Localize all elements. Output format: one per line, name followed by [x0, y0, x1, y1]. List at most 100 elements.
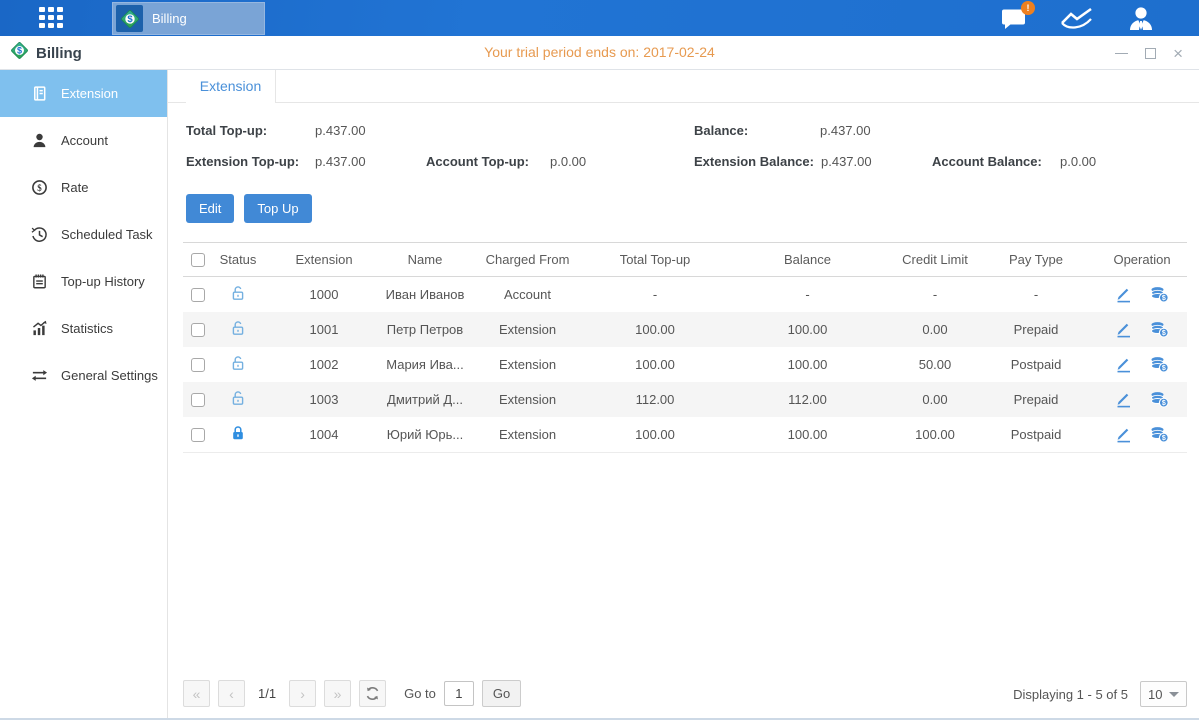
- cell-name: Дмитрий Д...: [385, 392, 465, 407]
- notifications-icon[interactable]: !: [1001, 7, 1027, 30]
- cell-total-topup: -: [590, 287, 720, 302]
- trial-message: Your trial period ends on: 2017-02-24: [484, 36, 715, 69]
- svg-text:$: $: [1162, 435, 1166, 442]
- col-pay-type: Pay Type: [975, 252, 1097, 267]
- clock-history-icon: [31, 226, 48, 243]
- displaying-text: Displaying 1 - 5 of 5: [1013, 687, 1128, 702]
- balance-summary: Total Top-up: p.437.00 Balance: p.437.00…: [168, 114, 1199, 184]
- col-credit-limit: Credit Limit: [895, 252, 975, 267]
- sidebar-item-topup-history[interactable]: Top-up History: [0, 258, 167, 305]
- prev-page-button[interactable]: ‹: [218, 680, 245, 707]
- extension-balance-value: p.437.00: [821, 154, 872, 169]
- svg-text:$: $: [37, 183, 42, 193]
- select-all-checkbox[interactable]: [191, 253, 205, 267]
- cell-balance: 100.00: [720, 357, 895, 372]
- sidebar-item-statistics[interactable]: Statistics: [0, 305, 167, 352]
- edit-row-icon[interactable]: [1115, 426, 1132, 443]
- top-up-row-icon[interactable]: $: [1150, 426, 1169, 443]
- lock-open-icon: [213, 285, 263, 305]
- top-up-row-icon[interactable]: $: [1150, 356, 1169, 373]
- billing-window: $ Billing !: [0, 0, 1199, 720]
- page-size-select[interactable]: 10: [1140, 681, 1187, 707]
- cell-pay-type: Prepaid: [975, 392, 1097, 407]
- cell-credit-limit: 0.00: [895, 322, 975, 337]
- first-page-button[interactable]: «: [183, 680, 210, 707]
- cell-extension: 1002: [263, 357, 385, 372]
- go-button[interactable]: Go: [482, 680, 521, 707]
- edit-row-icon[interactable]: [1115, 321, 1132, 338]
- main-content: Extension Total Top-up: p.437.00 Balance…: [168, 70, 1199, 720]
- minimize-button[interactable]: [1115, 53, 1128, 54]
- notepad-icon: [31, 273, 48, 290]
- cell-pay-type: Prepaid: [975, 322, 1097, 337]
- next-page-button[interactable]: ›: [289, 680, 316, 707]
- chevron-down-icon: [1169, 692, 1179, 697]
- maximize-button[interactable]: [1145, 48, 1156, 59]
- goto-page-input[interactable]: [444, 681, 474, 706]
- billing-app-tab[interactable]: $ Billing: [112, 2, 265, 35]
- edit-row-icon[interactable]: [1115, 286, 1132, 303]
- edit-button[interactable]: Edit: [186, 194, 234, 223]
- col-name: Name: [385, 252, 465, 267]
- row-checkbox[interactable]: [191, 358, 205, 372]
- last-page-button[interactable]: »: [324, 680, 351, 707]
- billing-tab-label: Billing: [152, 11, 187, 26]
- col-total-topup: Total Top-up: [590, 252, 720, 267]
- table-row: 1001 Петр Петров Extension 100.00 100.00…: [183, 312, 1187, 347]
- cell-extension: 1001: [263, 322, 385, 337]
- top-up-row-icon[interactable]: $: [1150, 391, 1169, 408]
- content-tab-bar: Extension: [168, 70, 1199, 103]
- pagination: « ‹ 1/1 › » Go to Go: [183, 680, 521, 707]
- sidebar-item-extension[interactable]: Extension: [0, 70, 167, 117]
- cell-balance: 112.00: [720, 392, 895, 407]
- row-checkbox[interactable]: [191, 323, 205, 337]
- cell-credit-limit: -: [895, 287, 975, 302]
- tab-extension[interactable]: Extension: [186, 70, 276, 103]
- cell-extension: 1000: [263, 287, 385, 302]
- table-row: 1002 Мария Ива... Extension 100.00 100.0…: [183, 347, 1187, 382]
- sidebar-item-rate[interactable]: $ Rate: [0, 164, 167, 211]
- exchange-arrows-icon: [31, 367, 48, 384]
- table-row: 1000 Иван Иванов Account - - - -: [183, 277, 1187, 312]
- goto-label: Go to: [404, 686, 436, 701]
- top-up-row-icon[interactable]: $: [1150, 321, 1169, 338]
- top-up-row-icon[interactable]: $: [1150, 286, 1169, 303]
- statistics-monitor-icon[interactable]: [1060, 6, 1094, 31]
- svg-text:$: $: [1162, 295, 1166, 302]
- row-checkbox[interactable]: [191, 428, 205, 442]
- user-account-icon[interactable]: [1127, 5, 1155, 31]
- window-title: Billing: [36, 45, 82, 62]
- row-checkbox[interactable]: [191, 393, 205, 407]
- sidebar-item-label: Rate: [61, 180, 88, 195]
- cell-pay-type: -: [975, 287, 1097, 302]
- cell-extension: 1004: [263, 427, 385, 442]
- extension-topup-label: Extension Top-up:: [186, 154, 299, 169]
- edit-row-icon[interactable]: [1115, 356, 1132, 373]
- svg-text:$: $: [1162, 400, 1166, 407]
- row-checkbox[interactable]: [191, 288, 205, 302]
- extension-table: Status Extension Name Charged From Total…: [183, 242, 1187, 453]
- cell-charged-from: Extension: [465, 392, 590, 407]
- svg-text:$: $: [1162, 330, 1166, 337]
- sidebar-item-account[interactable]: Account: [0, 117, 167, 164]
- close-button[interactable]: ×: [1173, 48, 1183, 59]
- sidebar-item-general-settings[interactable]: General Settings: [0, 352, 167, 399]
- sidebar: Extension Account $ Rate Scheduled Task: [0, 70, 168, 720]
- sidebar-item-scheduled-task[interactable]: Scheduled Task: [0, 211, 167, 258]
- top-up-button[interactable]: Top Up: [244, 194, 311, 223]
- cell-credit-limit: 50.00: [895, 357, 975, 372]
- app-launcher-icon[interactable]: [39, 7, 65, 30]
- refresh-button[interactable]: [359, 680, 386, 707]
- page-size-value: 10: [1148, 687, 1162, 702]
- cell-charged-from: Account: [465, 287, 590, 302]
- total-topup-value: p.437.00: [315, 123, 366, 138]
- sidebar-item-label: Extension: [61, 86, 118, 101]
- lock-open-icon: [213, 320, 263, 340]
- dollar-circle-icon: $: [31, 179, 48, 196]
- table-row: 1003 Дмитрий Д... Extension 112.00 112.0…: [183, 382, 1187, 417]
- page-indicator: 1/1: [258, 686, 276, 701]
- sidebar-item-label: Account: [61, 133, 108, 148]
- edit-row-icon[interactable]: [1115, 391, 1132, 408]
- cell-credit-limit: 100.00: [895, 427, 975, 442]
- cell-charged-from: Extension: [465, 427, 590, 442]
